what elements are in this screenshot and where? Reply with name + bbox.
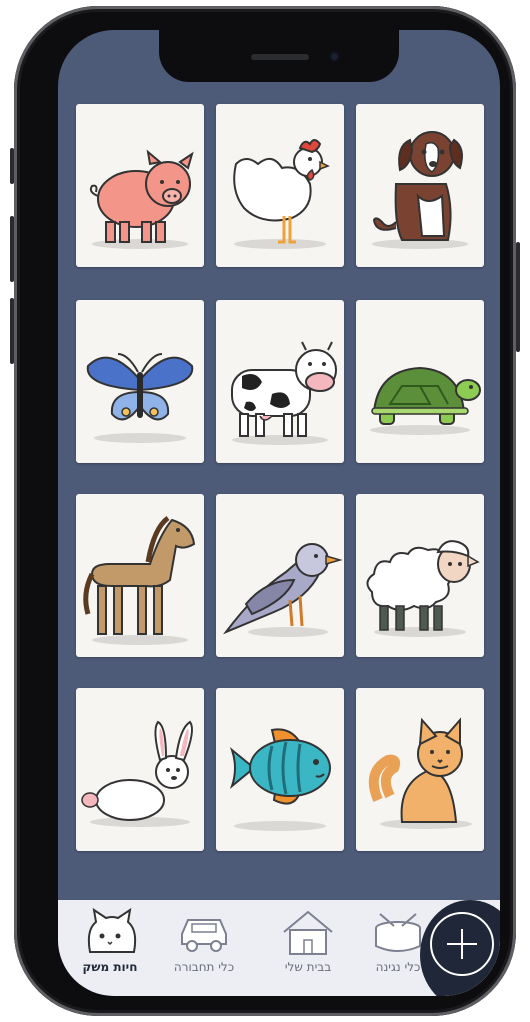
rooster-icon: [233, 139, 330, 249]
bird-card[interactable]: [216, 494, 344, 657]
tab-vehicles[interactable]: כלי תחבורה: [164, 908, 244, 988]
tab-label: חיות משק: [82, 960, 138, 974]
front-camera: [329, 51, 340, 62]
horse-card[interactable]: [76, 494, 204, 657]
tab-farm-animals[interactable]: חיות משק: [70, 908, 150, 988]
volume-up-button: [10, 216, 14, 282]
cat-icon: [368, 717, 472, 829]
tab-my-home[interactable]: בבית שלי: [268, 908, 348, 988]
pig-card[interactable]: [76, 104, 204, 267]
butterfly-icon: [86, 353, 194, 443]
silent-switch: [10, 148, 14, 184]
turtle-icon: [370, 366, 481, 435]
speaker-grille: [251, 54, 309, 60]
phone-frame: חיות משק כלי תחבורה בבית שלי כלי נגינה: [10, 6, 520, 1016]
cat-face-icon: [87, 908, 137, 953]
turtle-card[interactable]: [356, 300, 484, 463]
horse-icon: [83, 515, 196, 645]
butterfly-card[interactable]: [76, 300, 204, 463]
sheep-card[interactable]: [356, 494, 484, 657]
fish-card[interactable]: [216, 688, 344, 851]
sheep-icon: [366, 540, 480, 637]
cat-card[interactable]: [356, 688, 484, 851]
cow-card[interactable]: [216, 300, 344, 463]
tab-label: בבית שלי: [284, 960, 332, 974]
add-button[interactable]: [430, 912, 494, 976]
fish-icon: [229, 728, 331, 831]
rabbit-icon: [81, 720, 193, 827]
house-icon: [283, 910, 333, 955]
app-screen: חיות משק כלי תחבורה בבית שלי כלי נגינה: [58, 30, 500, 996]
power-button: [516, 242, 520, 352]
dog-card[interactable]: [356, 104, 484, 267]
dog-icon: [372, 131, 468, 249]
volume-down-button: [10, 298, 14, 364]
bird-icon: [222, 543, 343, 637]
pig-icon: [89, 149, 194, 249]
tab-label: כלי תחבורה: [173, 960, 235, 974]
notch: [159, 30, 399, 82]
rooster-card[interactable]: [216, 104, 344, 267]
rabbit-card[interactable]: [76, 688, 204, 851]
car-icon: [181, 919, 227, 952]
cow-icon: [231, 341, 337, 445]
